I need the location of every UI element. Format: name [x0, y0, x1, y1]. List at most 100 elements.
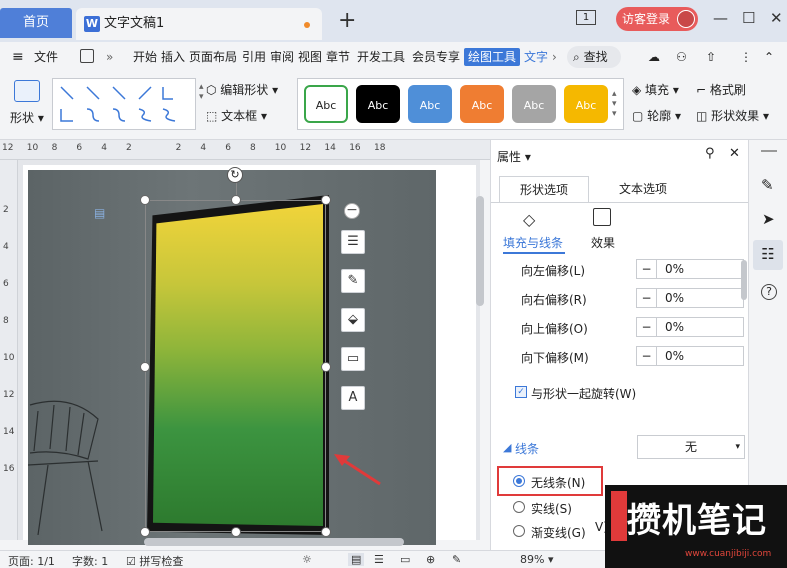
vertical-ruler[interactable]: 2 4 6 8 10 12 14 16: [0, 160, 18, 540]
style-swatch[interactable]: Abc: [304, 85, 348, 123]
line-styles-gallery[interactable]: [52, 78, 196, 130]
new-tab-button[interactable]: +: [338, 9, 356, 33]
resize-handle[interactable]: [321, 362, 331, 372]
close-window-button[interactable]: ✕: [770, 8, 783, 28]
offset-up-value[interactable]: 0%: [665, 320, 684, 334]
subtab-effect[interactable]: 效果: [591, 234, 615, 251]
spell-check-button[interactable]: ☑ 拼写检查: [126, 553, 183, 568]
offset-left-value[interactable]: 0%: [665, 262, 684, 276]
style-swatch[interactable]: Abc: [512, 85, 556, 123]
style-swatch[interactable]: Abc: [460, 85, 504, 123]
section-collapse-icon[interactable]: ◢: [503, 441, 511, 454]
zoom-level[interactable]: 89% ▾: [520, 553, 553, 566]
fill-button[interactable]: ◈ 填充 ▾: [632, 82, 679, 98]
decrement-icon[interactable]: −: [637, 289, 657, 307]
window-count-badge[interactable]: 1: [576, 10, 596, 25]
rotate-handle-icon[interactable]: ↻: [227, 167, 243, 183]
menu-review[interactable]: 审阅: [270, 49, 294, 65]
decrement-icon[interactable]: −: [637, 318, 657, 336]
selection-box[interactable]: [145, 200, 326, 532]
write-view-icon[interactable]: ✎: [452, 553, 461, 566]
radio-gradient-line[interactable]: [513, 525, 525, 537]
save-icon[interactable]: [80, 49, 94, 63]
share-user-icon[interactable]: ⚇: [676, 49, 687, 65]
edit-shape-button[interactable]: ⬡ 编辑形状 ▾: [206, 82, 278, 98]
eye-protect-icon[interactable]: ☼: [302, 553, 312, 566]
menu-file[interactable]: 文件: [34, 49, 58, 65]
more-options-icon[interactable]: ⋮: [740, 49, 752, 65]
menu-view[interactable]: 视图: [298, 49, 322, 65]
menu-reference[interactable]: 引用: [242, 49, 266, 65]
vertical-scrollbar[interactable]: [476, 196, 484, 306]
menu-developer[interactable]: 开发工具: [357, 49, 405, 65]
more-right-icon[interactable]: ›: [552, 49, 557, 65]
radio-no-line[interactable]: [513, 475, 525, 487]
effect-icon[interactable]: [593, 208, 611, 226]
menu-start[interactable]: 开始: [133, 49, 157, 65]
style-swatch[interactable]: Abc: [356, 85, 400, 123]
layout-anchor-icon[interactable]: ▤: [94, 206, 105, 220]
offset-down-stepper[interactable]: −0%+: [636, 346, 760, 366]
layout-options-icon[interactable]: ☰: [341, 230, 365, 254]
resize-handle[interactable]: [231, 195, 241, 205]
tab-document[interactable]: W 文字文稿1: [76, 8, 322, 40]
menu-drawing-tools[interactable]: 绘图工具: [464, 48, 521, 66]
more-left-icon[interactable]: »: [106, 49, 113, 65]
offset-right-value[interactable]: 0%: [665, 291, 684, 305]
shape-icon[interactable]: [14, 80, 40, 102]
menu-chapter[interactable]: 章节: [326, 49, 350, 65]
shape-effect-button[interactable]: ◫ 形状效果 ▾: [696, 108, 769, 124]
rotate-with-shape-checkbox[interactable]: ✓: [515, 386, 527, 398]
decrement-icon[interactable]: −: [637, 347, 657, 365]
collapse-ribbon-icon[interactable]: ⌃: [764, 49, 774, 65]
help-icon[interactable]: ?: [761, 284, 777, 300]
edit-pen-icon[interactable]: ✎: [761, 176, 774, 194]
menu-text-tools[interactable]: 文字: [524, 49, 548, 65]
outline-shape-icon[interactable]: ▭: [341, 347, 365, 371]
web-view-icon[interactable]: ⊕: [426, 553, 435, 566]
outline-view-icon[interactable]: ☰: [374, 553, 384, 566]
select-cursor-icon[interactable]: ➤: [762, 210, 775, 228]
resize-handle[interactable]: [321, 527, 331, 537]
maximize-button[interactable]: ☐: [742, 8, 755, 28]
panel-close-icon[interactable]: ✕: [729, 146, 740, 161]
decrement-icon[interactable]: −: [637, 260, 657, 278]
offset-left-stepper[interactable]: −0%+: [636, 259, 760, 279]
search-button[interactable]: ⌕ 查找: [567, 46, 621, 68]
pen-icon[interactable]: ✎: [341, 269, 365, 293]
fill-bucket-icon[interactable]: ⬙: [341, 308, 365, 332]
resize-handle[interactable]: [140, 195, 150, 205]
collapse-tools-icon[interactable]: −: [344, 203, 360, 219]
resize-handle[interactable]: [140, 362, 150, 372]
page-indicator[interactable]: 页面: 1/1: [8, 553, 55, 568]
shape-button[interactable]: 形状 ▾: [10, 110, 44, 126]
menu-insert[interactable]: 插入: [161, 49, 185, 65]
tab-home[interactable]: 首页: [0, 8, 72, 38]
page-view-icon[interactable]: ▤: [348, 553, 365, 566]
properties-toggle-icon[interactable]: ☷: [753, 240, 783, 270]
tab-text-options[interactable]: 文本选项: [595, 176, 691, 202]
resize-handle[interactable]: [321, 195, 331, 205]
subtab-fill-line[interactable]: 填充与线条: [503, 234, 563, 251]
pin-icon[interactable]: ⚲: [705, 146, 715, 161]
minimize-button[interactable]: —: [713, 8, 728, 28]
offset-up-stepper[interactable]: −0%+: [636, 317, 760, 337]
horizontal-ruler[interactable]: 12 10 8 6 4 2 2 4 6 8 10 12 14 16 18: [0, 140, 490, 160]
radio-solid-line[interactable]: [513, 501, 525, 513]
tab-shape-options[interactable]: 形状选项: [499, 176, 589, 202]
hamburger-menu-icon[interactable]: ≡: [12, 50, 24, 64]
panel-scrollbar[interactable]: [741, 260, 747, 300]
outline-button[interactable]: ▢ 轮廓 ▾: [632, 108, 681, 124]
text-style-icon[interactable]: A: [341, 386, 365, 410]
resize-handle[interactable]: [231, 527, 241, 537]
word-count[interactable]: 字数: 1: [72, 553, 108, 568]
format-brush-button[interactable]: ⌐ 格式刷: [696, 82, 746, 98]
reading-view-icon[interactable]: ▭: [400, 553, 410, 566]
gallery-scroll-icon[interactable]: ▴ ▾: [199, 82, 204, 102]
offset-down-value[interactable]: 0%: [665, 349, 684, 363]
horizontal-scrollbar[interactable]: [144, 538, 404, 546]
menu-page-layout[interactable]: 页面布局: [189, 49, 237, 65]
styles-scroll-icon[interactable]: ▴ ▾ ▾: [612, 89, 617, 119]
share-icon[interactable]: ⇧: [706, 49, 716, 65]
resize-handle[interactable]: [140, 527, 150, 537]
